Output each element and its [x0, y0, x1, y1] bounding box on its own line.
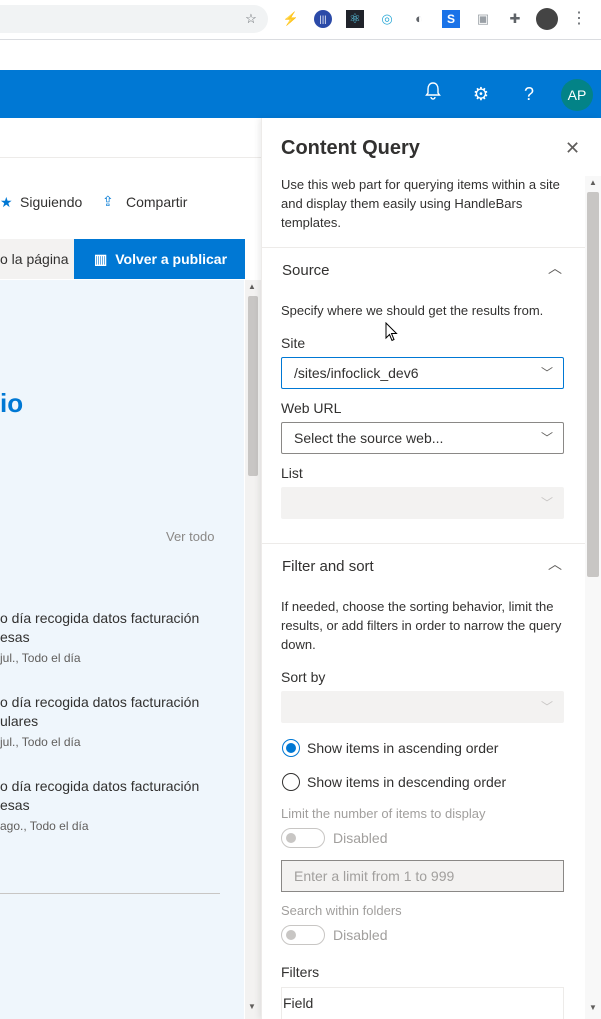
share-icon[interactable]: ⇪: [102, 193, 114, 210]
filters-label: Filters: [281, 964, 320, 980]
web-url-placeholder: Select the source web...: [294, 430, 444, 446]
extension-circle-bars-icon[interactable]: |||: [314, 10, 332, 28]
site-dropdown[interactable]: /sites/infoclick_dev6 ﹀: [281, 357, 564, 389]
event-title[interactable]: o día recogida datos facturación ulares: [0, 693, 230, 731]
chevron-up-icon[interactable]: ︿: [548, 258, 562, 278]
avatar[interactable]: AP: [561, 79, 593, 111]
extension-target-icon[interactable]: ◎: [378, 10, 396, 28]
extension-half-circle-icon[interactable]: ◐: [410, 10, 428, 28]
chevron-up-icon[interactable]: ︿: [548, 554, 562, 574]
address-bar[interactable]: [0, 5, 268, 33]
descending-radio[interactable]: [282, 773, 300, 791]
bell-icon[interactable]: [421, 82, 445, 106]
close-icon[interactable]: ✕: [565, 138, 580, 159]
site-value: /sites/infoclick_dev6: [294, 365, 419, 381]
descending-label[interactable]: Show items in descending order: [307, 774, 506, 790]
suite-bar: ⚙ ?: [0, 70, 601, 118]
page-details-button[interactable]: o la página: [0, 239, 74, 279]
limit-input[interactable]: Enter a limit from 1 to 999: [281, 860, 564, 892]
scroll-up-icon[interactable]: ▲: [248, 282, 256, 291]
section-heading: io: [0, 388, 24, 418]
page-canvas: [0, 280, 244, 1019]
event-date: jul., Todo el día: [0, 735, 81, 749]
pane-description: Use this web part for querying items wit…: [281, 177, 560, 230]
chevron-down-icon: ﹀: [540, 496, 553, 510]
limit-toggle[interactable]: [281, 828, 325, 848]
follow-star-icon[interactable]: ★: [0, 194, 13, 211]
filter-description: If needed, choose the sorting behavior, …: [281, 599, 562, 652]
field-column-header: Field: [283, 995, 314, 1011]
help-icon[interactable]: ?: [517, 82, 541, 106]
ascending-label[interactable]: Show items in ascending order: [307, 740, 498, 756]
page-details-label: o la página: [0, 251, 69, 267]
share-button[interactable]: Compartir: [126, 194, 187, 210]
puzzle-icon[interactable]: ✚: [506, 10, 524, 28]
site-label: Site: [281, 335, 306, 351]
page-scroll-thumb[interactable]: [248, 296, 258, 476]
pane-scroll-thumb[interactable]: [587, 192, 599, 577]
chevron-down-icon: ﹀: [540, 366, 553, 380]
extension-react-icon[interactable]: ⚛: [346, 10, 364, 28]
browser-toolbar: ☆ ⚡ ||| ⚛ ◎ ◐ S ▣ ✚ ⋮: [0, 0, 601, 40]
see-all-link[interactable]: Ver todo: [166, 529, 214, 544]
ascending-radio[interactable]: [282, 739, 300, 757]
event-title[interactable]: o día recogida datos facturación esas: [0, 609, 230, 647]
limit-label: Limit the number of items to display: [281, 806, 486, 821]
book-icon: ▥: [94, 251, 108, 267]
event-date: jul., Todo el día: [0, 651, 81, 665]
gear-icon[interactable]: ⚙: [469, 82, 493, 106]
divider: [261, 247, 585, 248]
web-url-label: Web URL: [281, 400, 342, 416]
following-button[interactable]: Siguiendo: [20, 194, 82, 210]
republish-button[interactable]: ▥ Volver a publicar: [74, 239, 245, 279]
source-section-heading[interactable]: Source: [282, 262, 330, 279]
folders-toggle-label: Disabled: [333, 927, 388, 943]
scroll-down-icon[interactable]: ▼: [589, 1003, 597, 1012]
divider: [261, 543, 585, 544]
scroll-down-icon[interactable]: ▼: [248, 1002, 256, 1011]
scroll-up-icon[interactable]: ▲: [589, 178, 597, 187]
folders-label: Search within folders: [281, 903, 402, 918]
bookmark-star-icon[interactable]: ☆: [242, 10, 260, 28]
folders-toggle[interactable]: [281, 925, 325, 945]
source-description: Specify where we should get the results …: [281, 303, 544, 318]
event-date: ago., Todo el día: [0, 819, 89, 833]
extension-bolt-icon[interactable]: ⚡: [282, 10, 300, 28]
chevron-down-icon: ﹀: [540, 431, 553, 445]
more-vert-icon[interactable]: ⋮: [570, 10, 588, 28]
list-label: List: [281, 465, 303, 481]
limit-placeholder: Enter a limit from 1 to 999: [294, 868, 455, 884]
web-url-dropdown[interactable]: Select the source web... ﹀: [281, 422, 564, 454]
sort-by-label: Sort by: [281, 669, 326, 685]
camera-icon[interactable]: ▣: [474, 10, 492, 28]
sort-by-dropdown[interactable]: ﹀: [281, 691, 564, 723]
profile-avatar-icon[interactable]: [536, 8, 558, 30]
pane-title: Content Query: [281, 137, 420, 159]
list-dropdown[interactable]: ﹀: [281, 487, 564, 519]
mouse-cursor-icon: [385, 321, 398, 347]
chevron-down-icon: ﹀: [540, 700, 553, 714]
limit-toggle-label: Disabled: [333, 830, 388, 846]
republish-label: Volver a publicar: [115, 251, 228, 267]
filters-table-header: Field: [281, 987, 564, 1019]
divider: [0, 893, 220, 894]
extension-s-icon[interactable]: S: [442, 10, 460, 28]
filter-section-heading[interactable]: Filter and sort: [282, 558, 374, 575]
divider: [0, 157, 261, 158]
event-title[interactable]: o día recogida datos facturación esas: [0, 777, 230, 815]
